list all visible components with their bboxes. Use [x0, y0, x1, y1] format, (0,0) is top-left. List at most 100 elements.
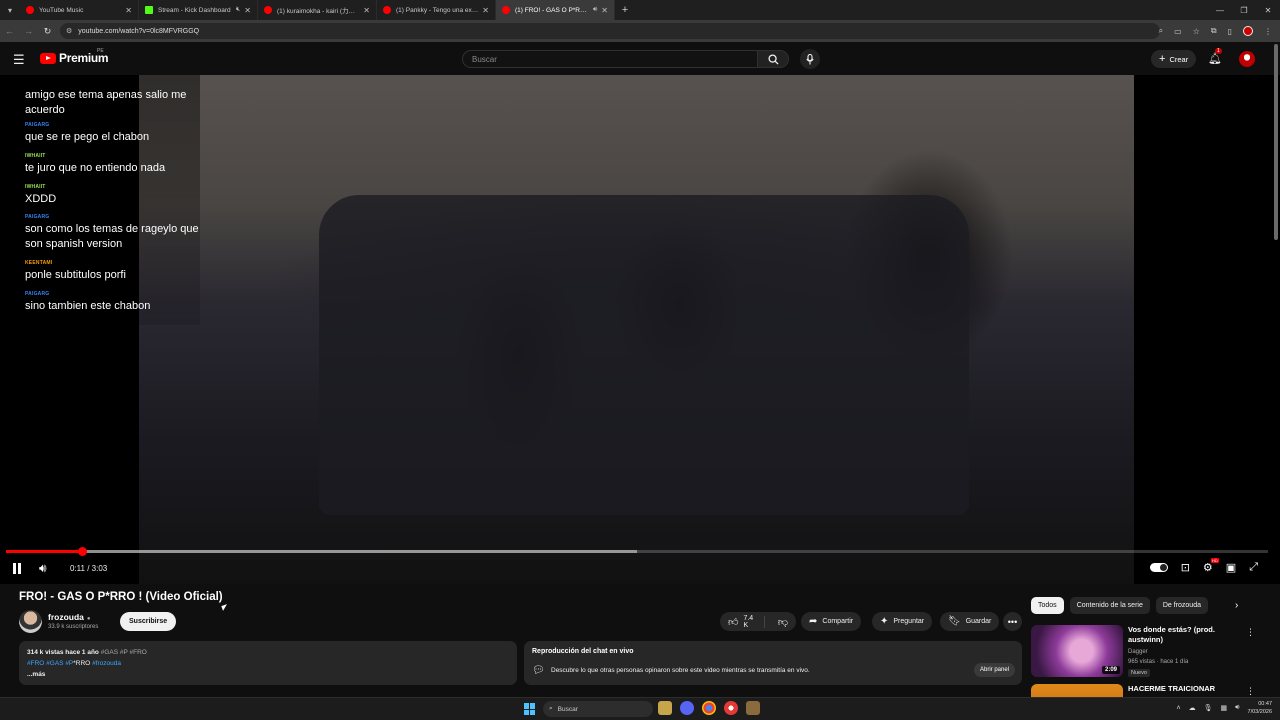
- extensions-icon[interactable]: ⧉: [1211, 26, 1217, 36]
- speaker-icon[interactable]: 🔊︎: [593, 6, 597, 14]
- network-icon[interactable]: ▦: [1220, 704, 1227, 712]
- youtube-play-logo-icon: [40, 52, 56, 64]
- speaker-icon[interactable]: 🔊︎: [1235, 704, 1239, 712]
- browser-tab[interactable]: (1) kuraimokha - kairi (力イリ) (... ✕: [258, 0, 377, 20]
- channel-name[interactable]: frozouda ●: [48, 612, 91, 622]
- miniplayer-icon[interactable]: ▣: [1226, 561, 1236, 574]
- more-actions-button[interactable]: •••: [1003, 612, 1022, 631]
- mouse-cursor: [221, 604, 229, 611]
- close-tab-icon[interactable]: ✕: [482, 6, 489, 15]
- pause-icon[interactable]: [12, 563, 22, 574]
- browser-tab[interactable]: YouTube Music ✕: [20, 0, 139, 20]
- video-thumbnail[interactable]: 2:09: [1031, 625, 1123, 677]
- chevron-up-icon[interactable]: ˄: [1177, 705, 1181, 712]
- description-box[interactable]: 314 k vistas hace 1 año #GAS #P #FRO #FR…: [19, 641, 517, 685]
- account-avatar[interactable]: [1239, 51, 1255, 67]
- address-bar[interactable]: ⚙ youtube.com/watch?v=0lc8MFVRGGQ: [60, 23, 1160, 39]
- sidebar-icon[interactable]: ▯: [1228, 27, 1232, 36]
- autoplay-toggle[interactable]: [1149, 563, 1168, 572]
- notifications-button[interactable]: 🔔︎ 1: [1208, 48, 1222, 65]
- discord-icon[interactable]: [680, 701, 694, 715]
- create-button[interactable]: + Crear: [1151, 50, 1197, 68]
- browser-tab-active[interactable]: (1) FRO! - GAS O P*RRO ! (... 🔊︎ ✕: [496, 0, 615, 20]
- recommendation-item[interactable]: HACERME TRAICIONAR ⋮: [1031, 684, 1261, 697]
- search-button[interactable]: [757, 50, 789, 68]
- chip-series[interactable]: Contenido de la serie: [1069, 597, 1150, 614]
- subtitles-icon[interactable]: ⊡: [1181, 561, 1190, 574]
- volume-icon[interactable]: 🔊︎: [39, 561, 47, 576]
- forward-icon[interactable]: →: [19, 26, 38, 36]
- open-panel-button[interactable]: Abrir panel: [973, 663, 1015, 677]
- search-input[interactable]: [472, 54, 757, 64]
- browser-tab[interactable]: Stream - Kick Dashboard 🔇︎ ✕: [139, 0, 258, 20]
- app-icon[interactable]: [724, 701, 738, 715]
- dislike-button[interactable]: 👎︎: [770, 616, 796, 628]
- close-tab-icon[interactable]: ✕: [363, 6, 370, 15]
- tab-search-icon[interactable]: ▾: [0, 0, 20, 20]
- show-more-link[interactable]: ...más: [27, 669, 509, 680]
- subscribe-button[interactable]: Suscribirse: [120, 612, 177, 631]
- reload-icon[interactable]: ↻: [38, 26, 57, 37]
- fullscreen-icon[interactable]: ⤢: [1249, 561, 1258, 574]
- settings-gear-icon[interactable]: ⚙ HD: [1203, 558, 1219, 574]
- close-tab-icon[interactable]: ✕: [601, 6, 608, 15]
- ask-label: Preguntar: [893, 618, 925, 625]
- maximize-icon[interactable]: ❐: [1232, 0, 1256, 20]
- cloud-icon[interactable]: ☁: [1189, 704, 1196, 712]
- youtube-premium-logo[interactable]: Premium PE: [40, 48, 109, 65]
- more-vertical-icon[interactable]: ⋮: [1246, 627, 1255, 638]
- progress-bar[interactable]: [6, 547, 1268, 556]
- close-tab-icon[interactable]: ✕: [244, 6, 251, 15]
- ask-button[interactable]: ✦ Preguntar: [872, 612, 933, 631]
- hashtag-link[interactable]: #frozouda: [92, 660, 121, 667]
- subscriber-count: 33.9 k suscriptores: [48, 624, 99, 630]
- chip-all[interactable]: Todos: [1031, 597, 1064, 614]
- scrubber-handle[interactable]: [77, 547, 87, 556]
- browser-menu-icon[interactable]: ⋮: [1264, 27, 1272, 36]
- profile-avatar-icon[interactable]: [1243, 26, 1253, 36]
- system-clock[interactable]: 00:47 7/03/2026: [1248, 700, 1272, 716]
- cast-icon[interactable]: ▭: [1174, 27, 1182, 36]
- video-thumbnail[interactable]: [1031, 684, 1123, 697]
- windows-start-icon[interactable]: [524, 703, 536, 715]
- taskbar-search[interactable]: ⌕ Buscar: [543, 701, 653, 717]
- close-window-icon[interactable]: ✕: [1256, 0, 1280, 20]
- hashtag-link[interactable]: #FRO: [27, 660, 44, 667]
- chrome-icon[interactable]: [702, 701, 716, 715]
- bookmark-star-icon[interactable]: ☆: [1193, 27, 1200, 36]
- site-info-icon[interactable]: ⚙: [66, 27, 72, 35]
- recommendation-channel[interactable]: Dagger: [1128, 649, 1148, 655]
- menu-icon[interactable]: ☰: [13, 52, 25, 68]
- zoom-icon[interactable]: ⌕: [1159, 26, 1163, 36]
- video-frame: [139, 75, 1134, 584]
- more-vertical-icon[interactable]: ⋮: [1246, 686, 1255, 697]
- mic-icon[interactable]: 🎙︎: [1204, 704, 1213, 712]
- page-scrollbar[interactable]: [1274, 44, 1278, 240]
- save-button[interactable]: 🔖︎ Guardar: [940, 612, 1000, 631]
- hashtag-link[interactable]: #GAS: [46, 660, 63, 667]
- chevron-right-icon[interactable]: ›: [1235, 600, 1238, 611]
- video-player[interactable]: amigo ese tema apenas salio me acuerdo P…: [0, 75, 1280, 584]
- muted-speaker-icon[interactable]: 🔇︎: [236, 6, 240, 14]
- voice-search-button[interactable]: [800, 49, 820, 69]
- recommendation-title[interactable]: Vos donde estás? (prod. austwinn): [1128, 625, 1240, 645]
- tab-title: Stream - Kick Dashboard: [158, 6, 231, 14]
- tab-title: (1) FRO! - GAS O P*RRO ! (...: [515, 6, 590, 14]
- search-box[interactable]: [462, 50, 758, 68]
- minimize-icon[interactable]: —: [1208, 0, 1232, 20]
- close-tab-icon[interactable]: ✕: [125, 6, 132, 15]
- recommendation-title[interactable]: HACERME TRAICIONAR: [1128, 684, 1240, 694]
- file-explorer-icon[interactable]: [658, 701, 672, 715]
- share-button[interactable]: ➦ Compartir: [801, 612, 862, 631]
- recommendation-item[interactable]: 2:09 Vos donde estás? (prod. austwinn) D…: [1031, 625, 1261, 680]
- new-tab-button[interactable]: +: [615, 0, 635, 20]
- like-button[interactable]: 👍︎ 7.4 K: [720, 615, 765, 629]
- browser-tab[interactable]: (1) Pankky - Tengo una ex nue... ✕: [377, 0, 496, 20]
- browser-actions: ⌕ ▭ ☆ ⧉ ▯ ⋮: [1159, 23, 1272, 39]
- youtube-music-favicon-icon: [26, 6, 34, 14]
- channel-avatar[interactable]: [19, 610, 42, 633]
- chip-from-channel[interactable]: De frozouda: [1155, 597, 1208, 614]
- played-bar: [6, 550, 82, 553]
- minecraft-icon[interactable]: [746, 701, 760, 715]
- back-icon[interactable]: ←: [0, 26, 19, 36]
